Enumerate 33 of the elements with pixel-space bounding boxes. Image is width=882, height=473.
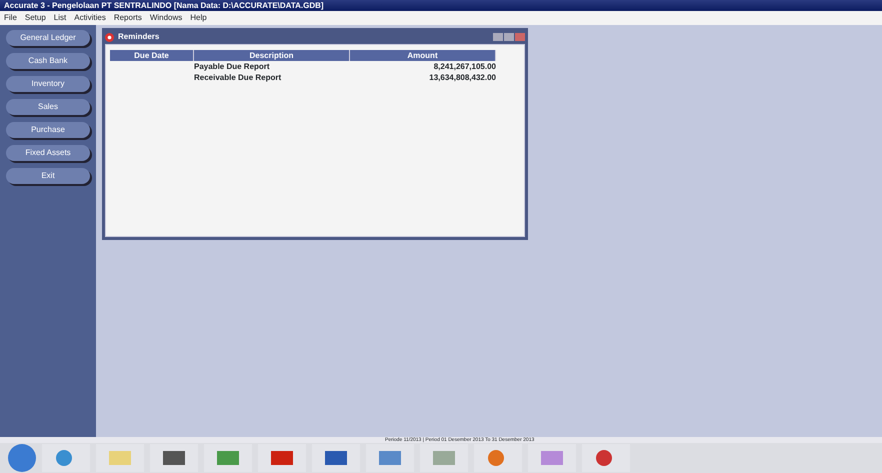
menu-item[interactable]: List <box>54 12 66 24</box>
table-cell-text: Receivable Due Report <box>194 72 282 83</box>
sidebar-button[interactable]: Purchase <box>6 122 90 138</box>
start-button[interactable] <box>8 444 36 472</box>
menu-item[interactable]: Help <box>190 12 207 24</box>
menu-item[interactable]: Windows <box>150 12 182 24</box>
table-cell-text: 13,634,808,432.00 <box>428 72 496 83</box>
sidebar-button[interactable]: General Ledger <box>6 30 90 46</box>
table-cell-text: Payable Due Report <box>194 61 271 72</box>
taskbar-app-button[interactable] <box>582 444 630 472</box>
window-title: Accurate 3 - Pengelolaan PT SENTRALINDO [Nama Data: D:\ACCURATE\DATA.GDB] <box>0 0 882 11</box>
menu-item[interactable]: Reports <box>114 12 142 24</box>
column-header: Description <box>194 50 350 61</box>
sidebar-button[interactable]: Inventory <box>6 76 90 92</box>
taskbar-app-button[interactable] <box>258 444 306 472</box>
app-icon <box>105 32 114 42</box>
table-cell-text: 8,241,267,105.00 <box>432 61 496 72</box>
taskbar-app-button[interactable] <box>366 444 414 472</box>
sidebar-button[interactable]: Fixed Assets <box>6 145 90 161</box>
reminders-title: Reminders <box>118 31 160 43</box>
menu-item[interactable]: File <box>4 12 17 24</box>
taskbar-app-button[interactable] <box>204 444 252 472</box>
sidebar-button[interactable]: Cash Bank <box>6 53 90 69</box>
column-header: Due Date <box>110 50 194 61</box>
column-header: Amount <box>350 50 496 61</box>
menu-item[interactable]: Activities <box>74 12 106 24</box>
taskbar-app-button[interactable] <box>312 444 360 472</box>
taskbar-app-button[interactable] <box>474 444 522 472</box>
taskbar-app-button[interactable] <box>42 444 90 472</box>
sidebar-button[interactable]: Sales <box>6 99 90 115</box>
taskbar-app-button[interactable] <box>150 444 198 472</box>
menu-item[interactable]: Setup <box>24 12 46 24</box>
sidebar-button[interactable]: Exit <box>6 168 90 184</box>
